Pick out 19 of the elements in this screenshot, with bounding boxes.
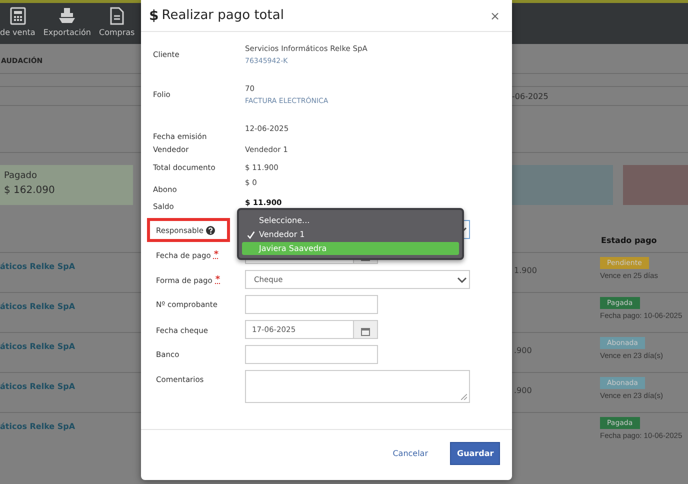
column-header: Estado pago (601, 236, 657, 245)
date-text: -06-2025 (512, 92, 548, 100)
nav-item[interactable]: de venta (0, 7, 40, 44)
modal-title: Realizar pago total (162, 8, 285, 23)
amount-text: .900 (514, 345, 533, 355)
dropdown-option[interactable]: Seleccione... (242, 214, 459, 227)
amount-text: 1.900 (514, 265, 538, 275)
dollar-sign: $ (149, 8, 159, 24)
close-button[interactable]: × (488, 8, 502, 22)
amount-text: .900 (514, 385, 533, 395)
card-amount: $ 162.090 (4, 184, 56, 196)
nav-item[interactable]: Exportación (39, 7, 95, 44)
required-mark: * (215, 275, 220, 285)
save-button[interactable]: Guardar (450, 442, 500, 464)
card-label: Pagado (4, 170, 38, 181)
required-mark: * (214, 250, 219, 260)
nav-item[interactable]: Compras (95, 7, 139, 44)
dropdown-option[interactable]: Vendedor 1 (242, 228, 459, 241)
cancel-button[interactable]: Cancelar (386, 448, 434, 458)
